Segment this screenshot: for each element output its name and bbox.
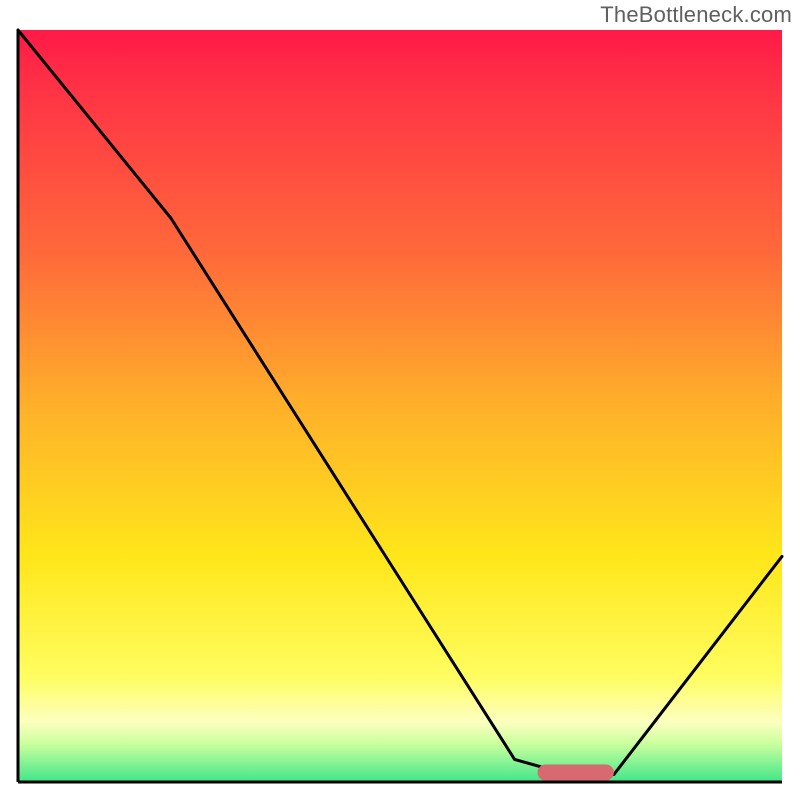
bottleneck-curve <box>18 30 782 775</box>
bottleneck-chart <box>18 30 782 782</box>
attribution-text: TheBottleneck.com <box>600 2 792 28</box>
chart-svg-layer <box>18 30 782 782</box>
optimal-marker <box>538 765 614 781</box>
